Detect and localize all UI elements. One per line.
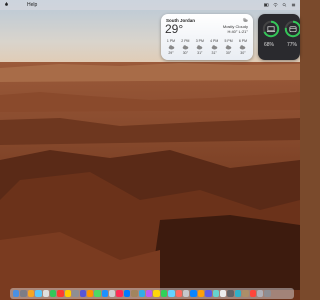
weather-high-low: H:40° L:21° — [227, 29, 248, 34]
dock-app-icon[interactable] — [57, 290, 64, 297]
battery-percent-laptop: 68% — [264, 42, 275, 48]
battery-ring-laptop — [262, 20, 280, 38]
forecast-temp: 29° — [168, 51, 174, 55]
dock-app-icon[interactable] — [35, 290, 42, 297]
cloud-icon — [242, 17, 248, 22]
cloud-icon — [196, 45, 203, 50]
dock-app-icon[interactable] — [72, 290, 79, 297]
forecast-temp: 30° — [182, 51, 189, 55]
dock-app-icon[interactable] — [197, 290, 205, 297]
dock-app-icon[interactable] — [138, 290, 146, 297]
dock-app-icon[interactable] — [116, 290, 123, 297]
dock-app-icon[interactable] — [20, 290, 27, 297]
dock-app-icon[interactable] — [153, 290, 160, 297]
cloud-icon — [240, 45, 246, 50]
forecast-hour: 2 PM 30° — [179, 39, 191, 55]
forecast-time: 6 PM — [238, 39, 248, 43]
forecast-hour: 5 PM 30° — [223, 39, 235, 55]
battery-status-icon[interactable] — [264, 3, 269, 7]
dock-app-icon[interactable] — [131, 290, 138, 297]
menu-bar: ... Help — [0, 0, 300, 10]
forecast-temp: 31° — [211, 51, 217, 55]
wifi-icon[interactable] — [273, 3, 278, 7]
app-menu[interactable]: ... — [13, 2, 23, 8]
battery-percent-case: 77% — [287, 42, 298, 48]
desktop-wallpaper — [0, 0, 300, 300]
apple-icon — [5, 2, 8, 6]
cloud-icon — [211, 45, 217, 50]
dock-app-icon[interactable] — [86, 290, 94, 297]
forecast-hour: 4 PM 31° — [208, 39, 220, 55]
dock-app-icon[interactable] — [242, 290, 249, 297]
dock-app-icon[interactable] — [94, 290, 101, 297]
dock-app-icon[interactable] — [234, 290, 242, 297]
forecast-hour: 3 PM 31° — [194, 39, 206, 55]
dock-app-icon[interactable] — [190, 290, 197, 297]
battery-ring-case — [284, 20, 300, 38]
dock-app-icon[interactable] — [146, 290, 153, 297]
dock — [10, 288, 294, 299]
dock-app-icon[interactable] — [64, 290, 72, 297]
cloud-icon — [168, 45, 174, 50]
dock-app-icon[interactable] — [182, 290, 190, 297]
weather-condition-block: Mostly Cloudy H:40° L:21° — [223, 24, 248, 34]
search-icon[interactable] — [282, 3, 287, 7]
dock-app-icon[interactable] — [168, 290, 175, 297]
forecast-time: 5 PM — [224, 39, 233, 43]
dock-app-icon[interactable] — [49, 290, 57, 297]
forecast-hour: 1 PM 29° — [165, 39, 177, 55]
dock-app-icon[interactable] — [109, 290, 116, 297]
dock-app-icon[interactable] — [160, 290, 168, 297]
cloud-icon — [225, 45, 232, 50]
forecast-temp: 31° — [197, 51, 203, 55]
apple-menu[interactable] — [4, 2, 9, 8]
hourly-forecast: 1 PM 29° 2 PM 30° 3 PM 31° 4 PM 31° 5 PM… — [165, 39, 249, 55]
dock-app-icon[interactable] — [219, 290, 227, 297]
cloud-icon — [182, 45, 189, 50]
weather-widget[interactable]: South Jordan 29° Mostly Cloudy H:40° L:2… — [161, 14, 253, 60]
control-center-icon[interactable] — [291, 3, 296, 7]
forecast-time: 1 PM — [166, 39, 176, 43]
dock-app-icon[interactable] — [79, 290, 86, 297]
laptop-icon — [266, 26, 276, 32]
trash-icon[interactable] — [264, 290, 271, 297]
case-icon — [289, 26, 297, 33]
dock-app-icon[interactable] — [27, 290, 35, 297]
dock-app-icon[interactable] — [101, 290, 109, 297]
dock-app-icon[interactable] — [42, 290, 49, 297]
forecast-hour: 6 PM 30° — [237, 39, 249, 55]
weather-temperature: 29° — [165, 22, 184, 36]
dock-app-icon[interactable] — [205, 290, 212, 297]
forecast-time: 3 PM — [195, 39, 204, 43]
forecast-time: 2 PM — [181, 39, 190, 43]
forecast-time: 4 PM — [210, 39, 219, 43]
finder-icon[interactable] — [13, 290, 20, 297]
dock-app-icon[interactable] — [212, 290, 219, 297]
forecast-temp: 30° — [240, 51, 246, 55]
help-menu[interactable]: Help — [27, 2, 37, 8]
dock-app-icon[interactable] — [227, 290, 234, 297]
dock-app-icon[interactable] — [175, 290, 182, 297]
batteries-widget[interactable]: 68% 77% — [258, 14, 300, 60]
dock-app-icon[interactable] — [249, 290, 256, 297]
dock-app-icon[interactable] — [256, 290, 264, 297]
dock-app-icon[interactable] — [123, 290, 131, 297]
forecast-temp: 30° — [225, 51, 232, 55]
